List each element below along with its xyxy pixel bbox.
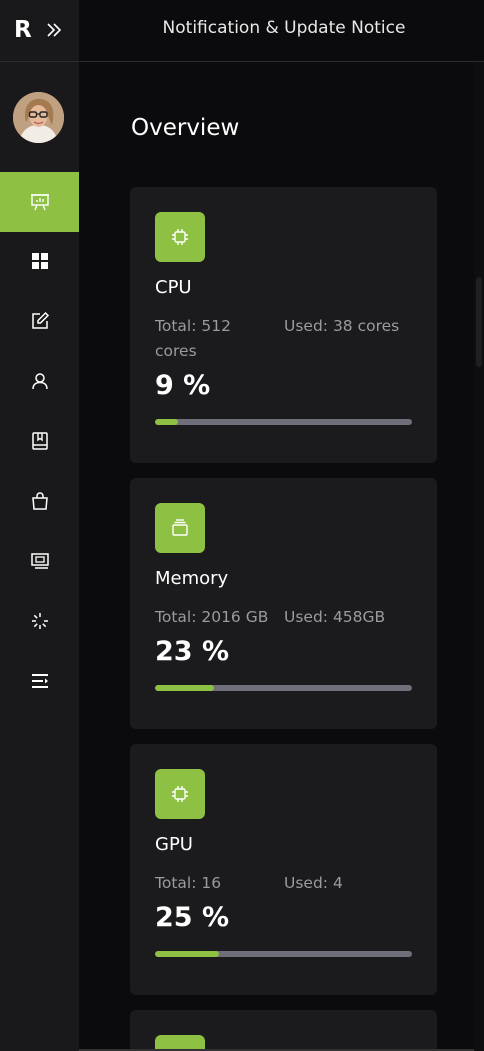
card-title: CPU (155, 277, 192, 298)
nav-item-edit[interactable] (0, 291, 79, 351)
logo-bar: R (0, 0, 79, 62)
memory-icon-badge (155, 503, 205, 553)
shopping-bag-icon (31, 492, 48, 510)
presentation-icon (30, 194, 49, 211)
nav-item-list[interactable] (0, 651, 79, 711)
edit-icon (31, 311, 49, 329)
used-value: Used: 4 (284, 874, 343, 892)
partial-card (130, 1010, 437, 1051)
cpu-card: CPU Total: 512 cores Used: 38 cores 9 % (130, 187, 437, 463)
usage-percent: 25 % (155, 902, 230, 933)
total-value: Total: 2016 GB (155, 608, 269, 626)
usage-progress-fill (155, 951, 220, 957)
nav-item-loader[interactable] (0, 591, 79, 651)
nav-item-monitor[interactable] (0, 531, 79, 591)
avatar-image (13, 92, 64, 143)
usage-percent: 9 % (155, 370, 211, 401)
user-icon (31, 373, 48, 390)
cpu-icon-badge (155, 212, 205, 262)
usage-progress-fill (155, 419, 179, 425)
usage-progress-fill (155, 685, 215, 691)
chip-icon (172, 229, 188, 245)
scrollbar-thumb[interactable] (476, 277, 482, 367)
gpu-icon-badge (155, 769, 205, 819)
page-title: Overview (131, 115, 240, 141)
app-logo[interactable]: R (14, 16, 32, 44)
gpu-card: GPU Total: 16 Used: 4 25 % (130, 744, 437, 995)
nav-item-presentation[interactable] (0, 172, 79, 232)
user-avatar[interactable] (13, 92, 64, 143)
usage-percent: 23 % (155, 636, 230, 667)
scrollbar[interactable] (474, 62, 484, 1051)
usage-progress-bar (155, 419, 412, 425)
nav-item-user[interactable] (0, 351, 79, 411)
memory-card: Memory Total: 2016 GB Used: 458GB 23 % (130, 478, 437, 729)
list-icon (31, 674, 48, 688)
monitor-icon (30, 553, 49, 569)
used-value: Used: 458GB (284, 608, 386, 626)
memory-icon (172, 519, 188, 536)
sidebar: R (0, 0, 79, 1051)
double-chevron-right-icon[interactable] (45, 20, 63, 40)
grid-icon (31, 253, 48, 269)
nav-item-book[interactable] (0, 411, 79, 471)
card-title: Memory (155, 568, 229, 589)
top-header: Notification & Update Notice (79, 0, 484, 62)
loader-icon (31, 613, 48, 629)
header-title: Notification & Update Notice (162, 18, 406, 38)
card-title: GPU (155, 834, 193, 855)
nav-item-dashboard[interactable] (0, 231, 79, 291)
nav-item-shop[interactable] (0, 471, 79, 531)
usage-progress-bar (155, 951, 412, 957)
total-value: Total: 512 cores (155, 317, 231, 360)
used-value: Used: 38 cores (284, 317, 400, 335)
book-icon (31, 432, 48, 450)
chip-icon (172, 786, 188, 802)
usage-progress-bar (155, 685, 412, 691)
total-value: Total: 16 (155, 874, 222, 892)
